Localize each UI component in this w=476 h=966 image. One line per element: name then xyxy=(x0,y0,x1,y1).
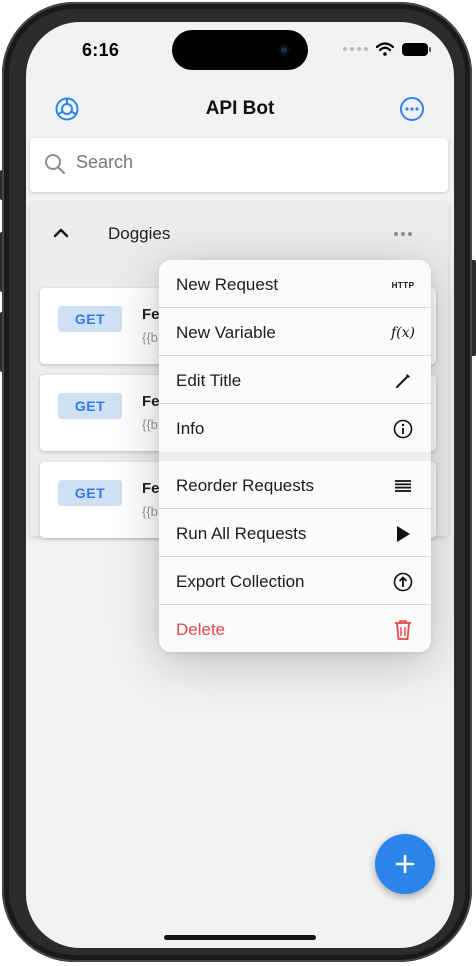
menu-item-label: Run All Requests xyxy=(176,524,307,543)
menu-item-new-variable[interactable]: New Variable f(x) xyxy=(159,308,431,356)
menu-item-run-all-requests[interactable]: Run All Requests xyxy=(159,509,431,557)
phone-frame: 6:16 API Bot Search Doggies GET Fe {{b G… xyxy=(2,2,472,962)
trash-icon xyxy=(392,619,414,641)
cellular-signal-icon xyxy=(343,47,368,51)
search-bar[interactable] xyxy=(30,138,448,192)
request-name: Fe xyxy=(142,306,160,323)
status-time: 6:16 xyxy=(82,40,120,60)
menu-item-label: New Variable xyxy=(176,323,276,342)
http-icon: HTTP xyxy=(391,280,415,290)
request-name: Fe xyxy=(142,480,160,497)
plus-icon xyxy=(395,854,415,874)
ellipsis-circle-icon[interactable] xyxy=(399,96,425,122)
method-badge: GET xyxy=(58,306,122,332)
play-icon xyxy=(392,523,414,545)
menu-item-info[interactable]: Info xyxy=(159,404,431,452)
context-menu: New Request HTTP New Variable f(x) Edit … xyxy=(159,260,431,652)
ellipsis-icon[interactable] xyxy=(392,224,414,244)
method-badge: GET xyxy=(58,480,122,506)
list-icon xyxy=(392,475,414,497)
home-indicator[interactable] xyxy=(164,935,316,940)
request-url: {{b xyxy=(142,417,158,432)
function-icon: f(x) xyxy=(391,325,416,341)
menu-item-edit-title[interactable]: Edit Title xyxy=(159,356,431,404)
menu-item-label: Delete xyxy=(176,620,226,639)
menu-item-delete[interactable]: Delete xyxy=(159,605,431,652)
search-icon xyxy=(45,154,66,175)
dynamic-island xyxy=(172,30,308,70)
search-input[interactable] xyxy=(76,152,416,173)
menu-item-reorder-requests[interactable]: Reorder Requests xyxy=(159,461,431,509)
menu-item-label: New Request xyxy=(176,275,279,294)
menu-item-export-collection[interactable]: Export Collection xyxy=(159,557,431,605)
method-badge: GET xyxy=(58,393,122,419)
menu-item-label: Reorder Requests xyxy=(176,476,314,495)
collection-title: Doggies xyxy=(108,224,171,243)
request-url: {{b xyxy=(142,504,158,519)
menu-item-label: Info xyxy=(176,419,205,438)
menu-item-label: Export Collection xyxy=(176,572,305,591)
request-url: {{b xyxy=(142,330,158,345)
battery-icon xyxy=(402,42,431,56)
add-button[interactable] xyxy=(375,834,435,894)
page-title: API Bot xyxy=(205,98,275,119)
request-name: Fe xyxy=(142,393,160,410)
wifi-icon xyxy=(376,42,394,56)
chevron-up-icon[interactable] xyxy=(52,224,70,242)
upload-icon xyxy=(392,571,414,593)
screen: 6:16 API Bot Search Doggies GET Fe {{b G… xyxy=(26,22,454,948)
navigation-bar: API Bot xyxy=(26,92,454,132)
pencil-icon xyxy=(392,370,414,392)
menu-item-label: Edit Title xyxy=(176,371,242,390)
menu-item-new-request[interactable]: New Request HTTP xyxy=(159,260,431,308)
camera-icon xyxy=(278,44,290,56)
status-icons xyxy=(343,42,431,56)
info-icon xyxy=(392,418,414,440)
